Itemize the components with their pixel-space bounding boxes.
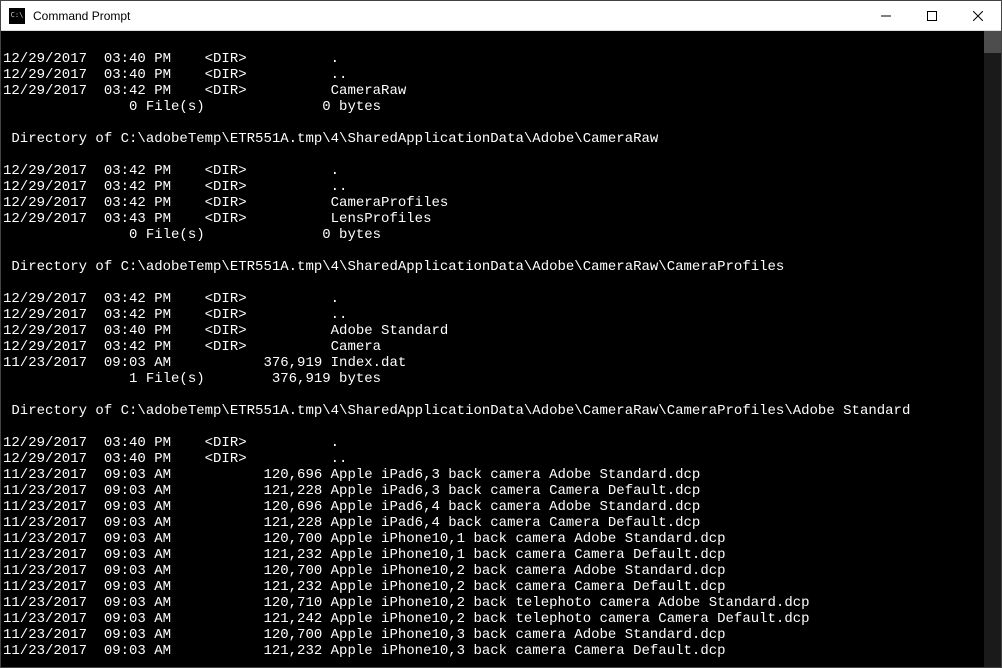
terminal-line: 12/29/2017 03:42 PM <DIR> Camera [3, 339, 981, 355]
minimize-button[interactable] [863, 1, 909, 30]
titlebar[interactable]: Command Prompt [1, 1, 1001, 31]
terminal-line: 11/23/2017 09:03 AM 121,228 Apple iPad6,… [3, 483, 981, 499]
terminal-line: 12/29/2017 03:40 PM <DIR> . [3, 435, 981, 451]
terminal[interactable]: 12/29/2017 03:40 PM <DIR> .12/29/2017 03… [1, 31, 1001, 667]
window-title: Command Prompt [33, 9, 863, 23]
terminal-line: 12/29/2017 03:42 PM <DIR> . [3, 163, 981, 179]
terminal-line [3, 115, 981, 131]
terminal-line: 12/29/2017 03:42 PM <DIR> CameraRaw [3, 83, 981, 99]
terminal-line: 12/29/2017 03:40 PM <DIR> Adobe Standard [3, 323, 981, 339]
terminal-line: 11/23/2017 09:03 AM 120,700 Apple iPhone… [3, 627, 981, 643]
terminal-line: 11/23/2017 09:03 AM 121,232 Apple iPhone… [3, 547, 981, 563]
terminal-line: 11/23/2017 09:03 AM 120,696 Apple iPad6,… [3, 499, 981, 515]
terminal-line: 12/29/2017 03:42 PM <DIR> . [3, 291, 981, 307]
terminal-line: 11/23/2017 09:03 AM 120,700 Apple iPhone… [3, 531, 981, 547]
terminal-line: 12/29/2017 03:42 PM <DIR> .. [3, 179, 981, 195]
cmd-icon [9, 8, 25, 24]
maximize-icon [927, 11, 937, 21]
terminal-line: 12/29/2017 03:42 PM <DIR> CameraProfiles [3, 195, 981, 211]
scrollbar[interactable] [984, 31, 1001, 667]
terminal-line: 1 File(s) 376,919 bytes [3, 371, 981, 387]
terminal-line: 11/23/2017 09:03 AM 121,242 Apple iPhone… [3, 611, 981, 627]
terminal-line [3, 35, 981, 51]
terminal-line: 11/23/2017 09:03 AM 121,232 Apple iPhone… [3, 579, 981, 595]
window: Command Prompt 12/29/2017 03:40 PM <DIR>… [0, 0, 1002, 668]
terminal-line [3, 147, 981, 163]
terminal-line: Directory of C:\adobeTemp\ETR551A.tmp\4\… [3, 131, 981, 147]
terminal-line: 11/23/2017 09:03 AM 120,700 Apple iPhone… [3, 563, 981, 579]
terminal-line: 12/29/2017 03:40 PM <DIR> .. [3, 67, 981, 83]
terminal-line: 12/29/2017 03:40 PM <DIR> . [3, 51, 981, 67]
terminal-line [3, 243, 981, 259]
terminal-line: 11/23/2017 09:03 AM 120,710 Apple iPhone… [3, 595, 981, 611]
terminal-line: 11/23/2017 09:03 AM 376,919 Index.dat [3, 355, 981, 371]
terminal-line: 11/23/2017 09:03 AM 121,232 Apple iPhone… [3, 643, 981, 659]
maximize-button[interactable] [909, 1, 955, 30]
terminal-line [3, 387, 981, 403]
terminal-line [3, 275, 981, 291]
terminal-line: 12/29/2017 03:42 PM <DIR> .. [3, 307, 981, 323]
terminal-line: 12/29/2017 03:40 PM <DIR> .. [3, 451, 981, 467]
terminal-line: 11/23/2017 09:03 AM 121,228 Apple iPad6,… [3, 515, 981, 531]
close-icon [973, 11, 983, 21]
scrollbar-thumb[interactable] [984, 31, 1001, 53]
terminal-line: 11/23/2017 09:03 AM 120,696 Apple iPad6,… [3, 467, 981, 483]
terminal-line: 0 File(s) 0 bytes [3, 227, 981, 243]
terminal-line: Directory of C:\adobeTemp\ETR551A.tmp\4\… [3, 259, 981, 275]
close-button[interactable] [955, 1, 1001, 30]
window-controls [863, 1, 1001, 30]
terminal-output: 12/29/2017 03:40 PM <DIR> .12/29/2017 03… [3, 35, 981, 659]
terminal-line: 12/29/2017 03:43 PM <DIR> LensProfiles [3, 211, 981, 227]
terminal-line [3, 419, 981, 435]
terminal-line: 0 File(s) 0 bytes [3, 99, 981, 115]
terminal-line: Directory of C:\adobeTemp\ETR551A.tmp\4\… [3, 403, 981, 419]
minimize-icon [881, 11, 891, 21]
